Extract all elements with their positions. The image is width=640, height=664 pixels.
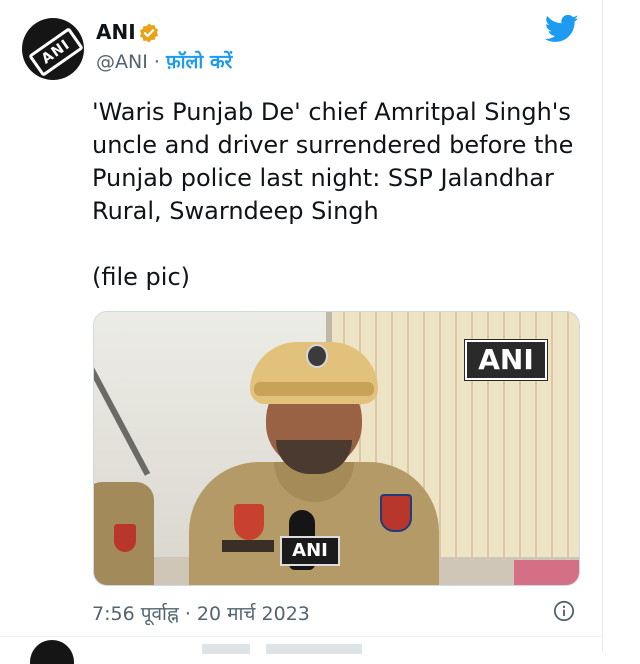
account-handle[interactable]: @ANI [96, 51, 148, 73]
info-icon[interactable] [553, 600, 575, 622]
tweet-timestamp[interactable]: 7:56 पूर्वाह्न · 20 मार्च 2023 [92, 600, 310, 626]
twitter-bird-icon[interactable] [545, 14, 579, 44]
photo-nameplate [222, 540, 274, 552]
ani-avatar-logo: ANI [28, 27, 84, 77]
photo-box [514, 560, 579, 585]
photo-turban-badge [306, 344, 328, 368]
photo-mic-label: ANI [280, 536, 340, 566]
tweet-photo[interactable]: ANI ANI [93, 311, 580, 586]
photo-turban-band [254, 382, 374, 396]
next-tweet-preview [202, 644, 362, 654]
account-avatar[interactable]: ANI [22, 18, 84, 80]
verified-badge-icon [139, 23, 159, 43]
follow-button[interactable]: फ़ॉलो करें [166, 51, 232, 73]
handle-separator: · [147, 51, 166, 73]
account-handle-line: @ANI · फ़ॉलो करें [96, 48, 232, 74]
next-tweet-avatar[interactable] [30, 640, 74, 664]
photo-bystander-patch [114, 524, 136, 552]
photo-shoulder-patch [380, 494, 412, 532]
tweet-card[interactable]: ANI ANI @ANI · फ़ॉलो करें 'Waris Punjab … [0, 0, 603, 664]
tweet-divider [0, 636, 602, 637]
tweet-text: 'Waris Punjab De' chief Amritpal Singh's… [92, 98, 574, 291]
photo-watermark: ANI [465, 340, 547, 380]
photo-police-emblem [234, 504, 264, 540]
account-name[interactable]: ANI [96, 20, 136, 44]
